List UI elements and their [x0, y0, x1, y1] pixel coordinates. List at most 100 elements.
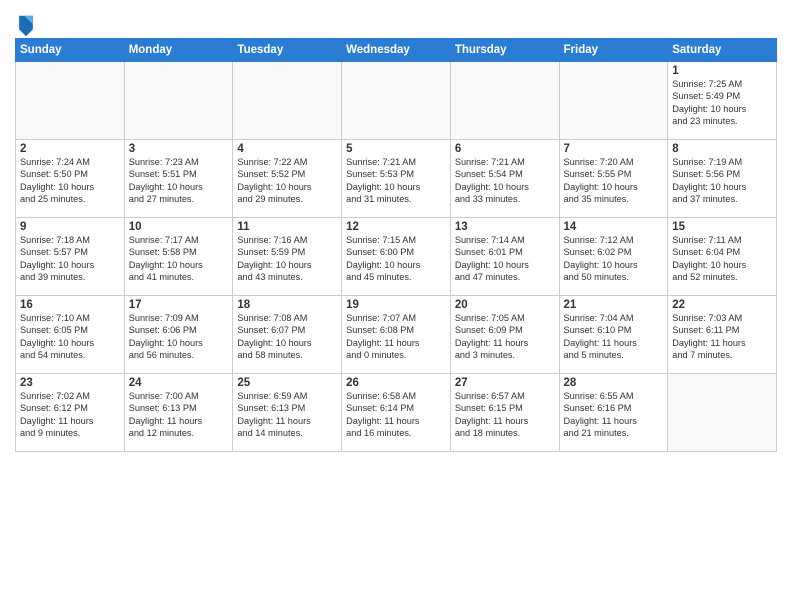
- calendar-week-row: 16Sunrise: 7:10 AM Sunset: 6:05 PM Dayli…: [16, 296, 777, 374]
- calendar-cell: [342, 62, 451, 140]
- day-info: Sunrise: 7:15 AM Sunset: 6:00 PM Dayligh…: [346, 234, 446, 284]
- day-info: Sunrise: 6:57 AM Sunset: 6:15 PM Dayligh…: [455, 390, 555, 440]
- day-info: Sunrise: 7:03 AM Sunset: 6:11 PM Dayligh…: [672, 312, 772, 362]
- day-number: 21: [564, 299, 664, 311]
- header: [15, 10, 777, 34]
- calendar-cell: 2Sunrise: 7:24 AM Sunset: 5:50 PM Daylig…: [16, 140, 125, 218]
- calendar-table: SundayMondayTuesdayWednesdayThursdayFrid…: [15, 38, 777, 452]
- day-info: Sunrise: 6:55 AM Sunset: 6:16 PM Dayligh…: [564, 390, 664, 440]
- day-info: Sunrise: 7:08 AM Sunset: 6:07 PM Dayligh…: [237, 312, 337, 362]
- day-info: Sunrise: 6:59 AM Sunset: 6:13 PM Dayligh…: [237, 390, 337, 440]
- day-number: 17: [129, 299, 229, 311]
- logo: [15, 14, 35, 34]
- day-number: 22: [672, 299, 772, 311]
- day-info: Sunrise: 7:18 AM Sunset: 5:57 PM Dayligh…: [20, 234, 120, 284]
- day-number: 26: [346, 377, 446, 389]
- day-number: 5: [346, 143, 446, 155]
- day-info: Sunrise: 7:24 AM Sunset: 5:50 PM Dayligh…: [20, 156, 120, 206]
- day-info: Sunrise: 7:19 AM Sunset: 5:56 PM Dayligh…: [672, 156, 772, 206]
- calendar-cell: 22Sunrise: 7:03 AM Sunset: 6:11 PM Dayli…: [668, 296, 777, 374]
- calendar-cell: 10Sunrise: 7:17 AM Sunset: 5:58 PM Dayli…: [124, 218, 233, 296]
- calendar-cell: [124, 62, 233, 140]
- calendar-cell: 26Sunrise: 6:58 AM Sunset: 6:14 PM Dayli…: [342, 374, 451, 452]
- col-header-wednesday: Wednesday: [342, 39, 451, 62]
- day-info: Sunrise: 7:23 AM Sunset: 5:51 PM Dayligh…: [129, 156, 229, 206]
- calendar-cell: [668, 374, 777, 452]
- day-info: Sunrise: 7:14 AM Sunset: 6:01 PM Dayligh…: [455, 234, 555, 284]
- day-info: Sunrise: 7:00 AM Sunset: 6:13 PM Dayligh…: [129, 390, 229, 440]
- day-info: Sunrise: 7:21 AM Sunset: 5:53 PM Dayligh…: [346, 156, 446, 206]
- calendar-cell: 4Sunrise: 7:22 AM Sunset: 5:52 PM Daylig…: [233, 140, 342, 218]
- day-info: Sunrise: 7:05 AM Sunset: 6:09 PM Dayligh…: [455, 312, 555, 362]
- day-number: 2: [20, 143, 120, 155]
- day-number: 14: [564, 221, 664, 233]
- calendar-cell: [233, 62, 342, 140]
- calendar-cell: [16, 62, 125, 140]
- day-info: Sunrise: 7:21 AM Sunset: 5:54 PM Dayligh…: [455, 156, 555, 206]
- col-header-tuesday: Tuesday: [233, 39, 342, 62]
- calendar-cell: [559, 62, 668, 140]
- calendar-week-row: 9Sunrise: 7:18 AM Sunset: 5:57 PM Daylig…: [16, 218, 777, 296]
- col-header-saturday: Saturday: [668, 39, 777, 62]
- col-header-thursday: Thursday: [450, 39, 559, 62]
- calendar-cell: 12Sunrise: 7:15 AM Sunset: 6:00 PM Dayli…: [342, 218, 451, 296]
- day-number: 20: [455, 299, 555, 311]
- day-number: 16: [20, 299, 120, 311]
- calendar-page: SundayMondayTuesdayWednesdayThursdayFrid…: [0, 0, 792, 612]
- day-number: 18: [237, 299, 337, 311]
- col-header-sunday: Sunday: [16, 39, 125, 62]
- calendar-cell: 13Sunrise: 7:14 AM Sunset: 6:01 PM Dayli…: [450, 218, 559, 296]
- calendar-cell: 28Sunrise: 6:55 AM Sunset: 6:16 PM Dayli…: [559, 374, 668, 452]
- day-number: 24: [129, 377, 229, 389]
- calendar-cell: 11Sunrise: 7:16 AM Sunset: 5:59 PM Dayli…: [233, 218, 342, 296]
- calendar-cell: [450, 62, 559, 140]
- calendar-week-row: 23Sunrise: 7:02 AM Sunset: 6:12 PM Dayli…: [16, 374, 777, 452]
- logo-text: [15, 14, 35, 38]
- day-info: Sunrise: 7:02 AM Sunset: 6:12 PM Dayligh…: [20, 390, 120, 440]
- day-info: Sunrise: 6:58 AM Sunset: 6:14 PM Dayligh…: [346, 390, 446, 440]
- day-number: 28: [564, 377, 664, 389]
- day-number: 27: [455, 377, 555, 389]
- calendar-cell: 5Sunrise: 7:21 AM Sunset: 5:53 PM Daylig…: [342, 140, 451, 218]
- day-info: Sunrise: 7:04 AM Sunset: 6:10 PM Dayligh…: [564, 312, 664, 362]
- calendar-cell: 27Sunrise: 6:57 AM Sunset: 6:15 PM Dayli…: [450, 374, 559, 452]
- calendar-cell: 7Sunrise: 7:20 AM Sunset: 5:55 PM Daylig…: [559, 140, 668, 218]
- calendar-week-row: 1Sunrise: 7:25 AM Sunset: 5:49 PM Daylig…: [16, 62, 777, 140]
- calendar-cell: 3Sunrise: 7:23 AM Sunset: 5:51 PM Daylig…: [124, 140, 233, 218]
- calendar-cell: 9Sunrise: 7:18 AM Sunset: 5:57 PM Daylig…: [16, 218, 125, 296]
- day-number: 15: [672, 221, 772, 233]
- day-info: Sunrise: 7:07 AM Sunset: 6:08 PM Dayligh…: [346, 312, 446, 362]
- day-info: Sunrise: 7:25 AM Sunset: 5:49 PM Dayligh…: [672, 78, 772, 128]
- day-number: 3: [129, 143, 229, 155]
- day-info: Sunrise: 7:17 AM Sunset: 5:58 PM Dayligh…: [129, 234, 229, 284]
- calendar-cell: 6Sunrise: 7:21 AM Sunset: 5:54 PM Daylig…: [450, 140, 559, 218]
- day-info: Sunrise: 7:20 AM Sunset: 5:55 PM Dayligh…: [564, 156, 664, 206]
- calendar-cell: 21Sunrise: 7:04 AM Sunset: 6:10 PM Dayli…: [559, 296, 668, 374]
- day-info: Sunrise: 7:11 AM Sunset: 6:04 PM Dayligh…: [672, 234, 772, 284]
- calendar-cell: 20Sunrise: 7:05 AM Sunset: 6:09 PM Dayli…: [450, 296, 559, 374]
- calendar-cell: 25Sunrise: 6:59 AM Sunset: 6:13 PM Dayli…: [233, 374, 342, 452]
- calendar-cell: 17Sunrise: 7:09 AM Sunset: 6:06 PM Dayli…: [124, 296, 233, 374]
- day-number: 7: [564, 143, 664, 155]
- calendar-header-row: SundayMondayTuesdayWednesdayThursdayFrid…: [16, 39, 777, 62]
- col-header-friday: Friday: [559, 39, 668, 62]
- calendar-cell: 14Sunrise: 7:12 AM Sunset: 6:02 PM Dayli…: [559, 218, 668, 296]
- day-number: 4: [237, 143, 337, 155]
- day-number: 8: [672, 143, 772, 155]
- day-number: 25: [237, 377, 337, 389]
- day-number: 6: [455, 143, 555, 155]
- day-number: 1: [672, 65, 772, 77]
- calendar-cell: 15Sunrise: 7:11 AM Sunset: 6:04 PM Dayli…: [668, 218, 777, 296]
- day-info: Sunrise: 7:22 AM Sunset: 5:52 PM Dayligh…: [237, 156, 337, 206]
- calendar-cell: 1Sunrise: 7:25 AM Sunset: 5:49 PM Daylig…: [668, 62, 777, 140]
- day-number: 19: [346, 299, 446, 311]
- day-info: Sunrise: 7:09 AM Sunset: 6:06 PM Dayligh…: [129, 312, 229, 362]
- day-number: 23: [20, 377, 120, 389]
- day-number: 11: [237, 221, 337, 233]
- day-info: Sunrise: 7:16 AM Sunset: 5:59 PM Dayligh…: [237, 234, 337, 284]
- col-header-monday: Monday: [124, 39, 233, 62]
- calendar-cell: 16Sunrise: 7:10 AM Sunset: 6:05 PM Dayli…: [16, 296, 125, 374]
- calendar-cell: 19Sunrise: 7:07 AM Sunset: 6:08 PM Dayli…: [342, 296, 451, 374]
- calendar-cell: 23Sunrise: 7:02 AM Sunset: 6:12 PM Dayli…: [16, 374, 125, 452]
- day-number: 10: [129, 221, 229, 233]
